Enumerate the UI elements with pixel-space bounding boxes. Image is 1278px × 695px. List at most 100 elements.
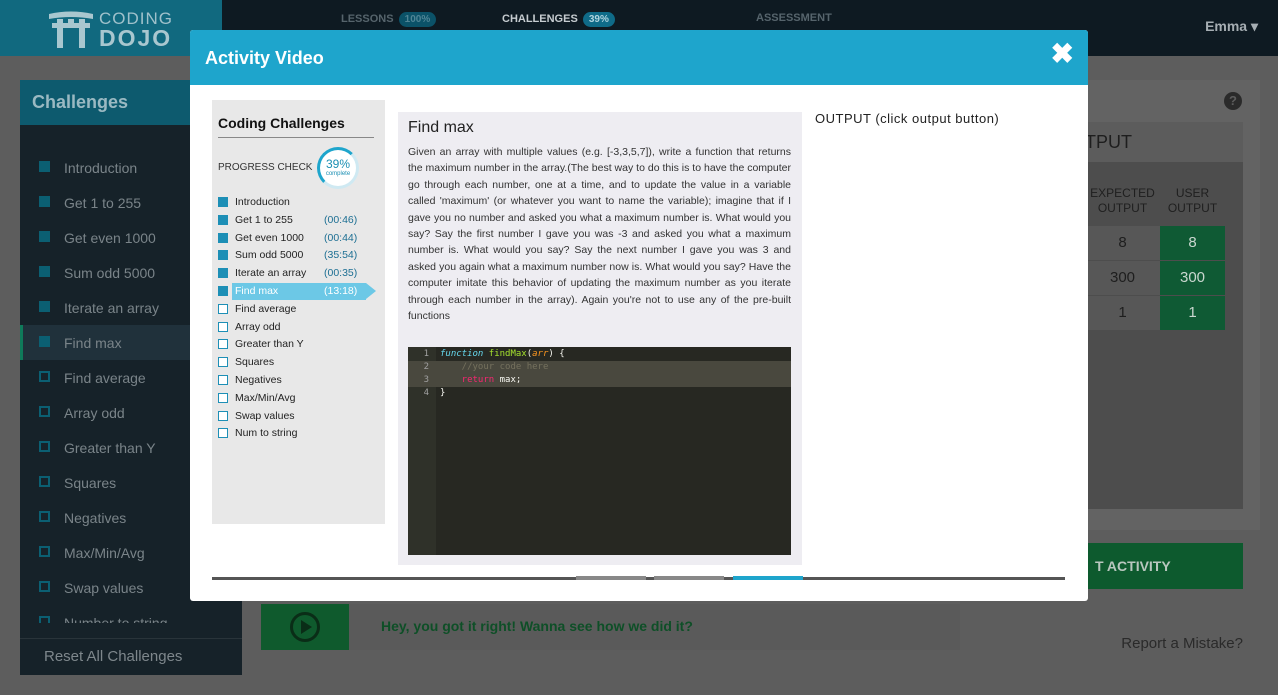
- expected-cell: 1: [1085, 296, 1160, 330]
- nav-assessment-label: ASSESSMENT: [756, 12, 832, 24]
- video-challenge-label: Max/Min/Avg: [235, 391, 296, 404]
- checked-box-icon: [218, 232, 228, 243]
- sidebar-item-label: Max/Min/Avg: [64, 545, 145, 561]
- sidebar-item[interactable]: Number to string: [20, 605, 242, 623]
- problem-description: Given an array with multiple values (e.g…: [408, 146, 791, 323]
- video-tab: [576, 576, 646, 580]
- video-tab: [654, 576, 724, 580]
- problem-title: Find max: [408, 119, 474, 136]
- nav-challenges-badge: 39%: [582, 12, 615, 27]
- empty-box-icon: [39, 476, 50, 487]
- nav-assessment[interactable]: ASSESSMENT: [756, 12, 832, 24]
- user-cell: 8: [1160, 226, 1225, 260]
- video-challenge-label: Num to string: [235, 427, 298, 440]
- sidebar-item-label: Get even 1000: [64, 230, 156, 246]
- progress-ring: 39% complete: [317, 147, 359, 189]
- video-sidebar-title: Coding Challenges: [218, 115, 345, 131]
- checked-box-icon: [39, 336, 50, 347]
- empty-box-icon: [218, 392, 228, 403]
- modal-title: Activity Video: [205, 48, 324, 68]
- user-cell: 300: [1160, 261, 1225, 295]
- sidebar-item-label: Find max: [64, 335, 122, 351]
- code-token: arr: [532, 349, 549, 359]
- empty-box-icon: [218, 374, 228, 385]
- video-challenge-label: Sum odd 5000: [235, 249, 304, 262]
- checked-box-icon: [218, 197, 228, 207]
- play-solution-button[interactable]: [261, 604, 349, 650]
- close-icon[interactable]: ✖: [1051, 40, 1074, 68]
- code-token: ) {: [548, 349, 565, 359]
- report-mistake-link[interactable]: Report a Mistake?: [1121, 635, 1243, 652]
- empty-box-icon: [218, 321, 228, 332]
- code-text: }: [440, 388, 445, 398]
- code-line: 2 //your code here: [408, 361, 791, 374]
- user-menu[interactable]: Emma ▾: [1205, 18, 1258, 35]
- user-output-header: USER OUTPUT: [1167, 186, 1218, 215]
- line-number: 1: [423, 349, 429, 359]
- video-challenge-item: Num to string: [218, 425, 378, 443]
- video-frame[interactable]: Coding Challenges PROGRESS CHECK 39% com…: [212, 100, 1065, 580]
- video-challenge-label: Find max: [235, 284, 279, 297]
- sidebar-item-label: Introduction: [64, 160, 138, 176]
- video-challenge-item: Get 1 to 255 (00:46): [218, 212, 378, 230]
- line-number: 2: [423, 362, 429, 372]
- reset-all-challenges-link[interactable]: Reset All Challenges: [20, 638, 242, 675]
- sidebar-item-label: Greater than Y: [64, 440, 156, 456]
- video-challenge-label: Find average: [235, 302, 297, 315]
- sidebar-item-label: Squares: [64, 475, 117, 491]
- sidebar-item-label: Get 1 to 255: [64, 195, 142, 211]
- checked-box-icon: [218, 268, 228, 279]
- play-icon: [301, 620, 312, 634]
- video-challenge-item: Array odd: [218, 319, 378, 337]
- code-token: findMax: [488, 349, 527, 359]
- empty-box-icon: [39, 441, 50, 452]
- code-token: }: [440, 388, 446, 398]
- video-challenge-label: Greater than Y: [235, 338, 304, 351]
- empty-box-icon: [218, 339, 228, 350]
- solution-hint-text[interactable]: Hey, you got it right! Wanna see how we …: [381, 618, 693, 634]
- video-challenge-time: (35:54): [324, 249, 358, 262]
- code-token: return: [440, 375, 500, 385]
- empty-box-icon: [39, 511, 50, 522]
- sidebar-item-label: Sum odd 5000: [64, 265, 156, 281]
- video-challenge-time: (00:35): [324, 267, 358, 280]
- nav-challenges[interactable]: CHALLENGES 39%: [502, 12, 615, 27]
- sidebar-item-label: Negatives: [64, 510, 127, 526]
- video-challenge-list: Introduction Get 1 to 255 (00:46) Get even …: [218, 194, 378, 443]
- expected-output-header: EXPECTED OUTPUT: [1090, 186, 1155, 215]
- checked-box-icon: [39, 161, 50, 172]
- video-challenge-label: Squares: [235, 356, 275, 369]
- next-activity-button[interactable]: T ACTIVITY: [1085, 543, 1243, 589]
- empty-box-icon: [218, 303, 228, 314]
- video-challenge-item: Negatives: [218, 372, 378, 390]
- progress-percent: 39%: [325, 157, 351, 171]
- user-cell: 1: [1160, 296, 1225, 330]
- empty-box-icon: [39, 371, 50, 382]
- video-challenge-time: (13:18): [324, 284, 358, 297]
- torii-gate-icon: [49, 11, 93, 48]
- checked-box-icon: [39, 196, 50, 207]
- empty-box-icon: [218, 410, 228, 421]
- video-challenge-item: Greater than Y: [218, 336, 378, 354]
- code-token: function: [440, 349, 489, 359]
- nav-challenges-label: CHALLENGES: [502, 13, 578, 25]
- logo-text-line2: DOJO: [99, 25, 173, 51]
- sidebar-item-label: Swap values: [64, 580, 144, 596]
- sidebar-item-label: Number to string: [64, 615, 168, 623]
- video-challenge-time: (00:44): [324, 231, 358, 244]
- modal-header: Activity Video ✖: [190, 30, 1088, 85]
- video-challenge-label: Negatives: [235, 373, 282, 386]
- code-text: function findMax(arr) {: [440, 349, 565, 359]
- empty-box-icon: [39, 616, 50, 623]
- video-challenge-item: Get even 1000 (00:44): [218, 230, 378, 248]
- video-challenge-label: Get even 1000: [235, 231, 304, 244]
- nav-lessons[interactable]: LESSONS 100%: [341, 12, 437, 27]
- code-line: 3 return max;: [408, 374, 791, 387]
- code-line: 4}: [408, 387, 791, 400]
- video-challenge-label: Array odd: [235, 320, 281, 333]
- empty-box-icon: [39, 581, 50, 592]
- coding-dojo-logo[interactable]: CODING DOJO: [0, 0, 222, 56]
- checked-box-icon: [39, 231, 50, 242]
- help-icon[interactable]: ?: [1224, 92, 1242, 110]
- line-number: 3: [423, 375, 429, 385]
